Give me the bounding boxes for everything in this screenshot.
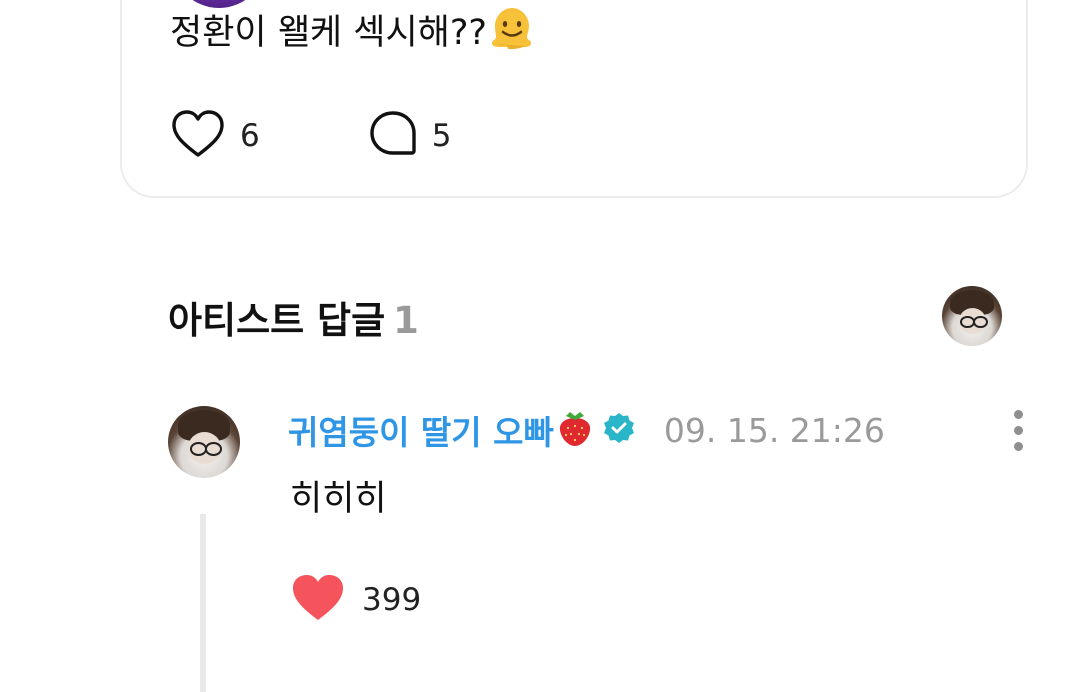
post-like-button[interactable]: 6 [170, 109, 260, 163]
reply-thread-line [200, 514, 206, 692]
reply-like-button[interactable]: 399 [290, 574, 421, 626]
more-vertical-icon [1014, 410, 1023, 419]
reply-like-count: 399 [362, 582, 422, 618]
verified-badge-icon [602, 411, 636, 449]
reply-header: 귀염둥이 딸기 오빠 09. 15. 21:26 [288, 405, 885, 455]
reply-timestamp: 09. 15. 21:26 [663, 410, 885, 450]
post-body: 정환이 왤케 섹시해?? [170, 13, 488, 53]
post-like-count: 6 [240, 118, 260, 154]
more-options-button[interactable] [1008, 408, 1030, 452]
post-text: 정환이 왤케 섹시해?? [170, 4, 535, 64]
fan-post-reply-screen: 정환이 왤케 섹시해?? 6 5 아티스트 답글 1 귀염둥이 딸기 오빠 09… [0, 0, 1080, 692]
melting-face-emoji [489, 4, 535, 64]
artist-avatar-small[interactable] [942, 286, 1002, 346]
artist-replies-count: 1 [393, 299, 419, 342]
artist-replies-title: 아티스트 답글 [168, 299, 386, 342]
post-comment-count: 5 [431, 118, 452, 154]
speech-bubble-icon [368, 109, 418, 163]
heart-outline-icon [170, 109, 226, 163]
heart-filled-icon [290, 573, 346, 627]
reply-author-name[interactable]: 귀염둥이 딸기 오빠 [288, 406, 554, 454]
post-comment-button[interactable]: 5 [368, 109, 452, 163]
artist-replies-header: 아티스트 답글 1 [168, 290, 419, 344]
strawberry-icon [556, 408, 594, 452]
post-actions: 6 5 [170, 110, 451, 162]
reply-author-avatar[interactable] [168, 406, 240, 478]
reply-text: 히히히 [290, 479, 387, 519]
